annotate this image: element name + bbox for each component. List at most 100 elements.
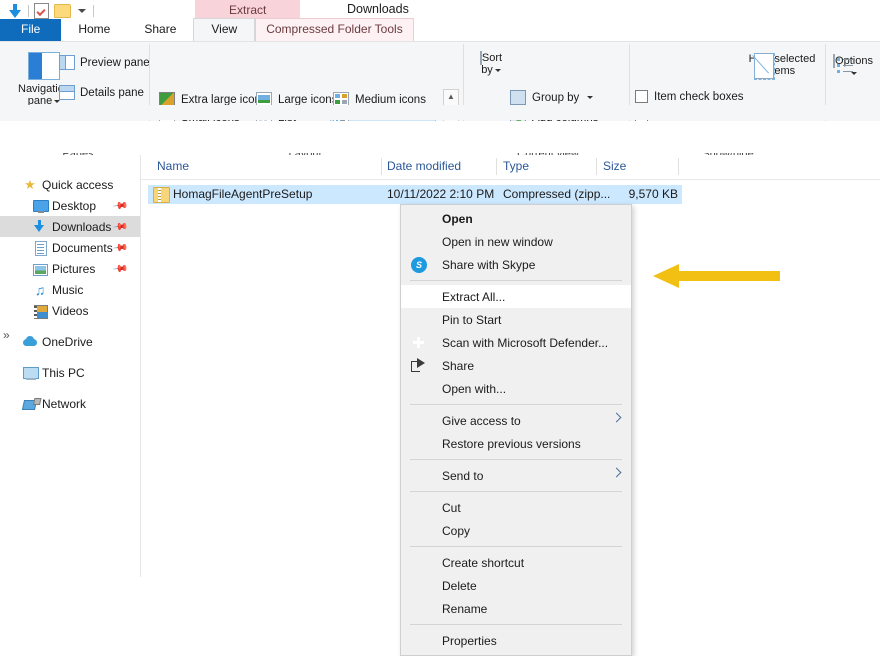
pictures-icon bbox=[32, 261, 48, 277]
layout-label-1: Large icons bbox=[278, 93, 338, 106]
column-divider-3[interactable] bbox=[596, 158, 597, 175]
options-chevron-down-icon bbox=[851, 71, 857, 75]
tab-home[interactable]: Home bbox=[61, 19, 127, 41]
sidebar-item-this-pc[interactable]: This PC bbox=[0, 362, 140, 383]
context-menu-item-rename[interactable]: Rename bbox=[401, 597, 631, 620]
sidebar-item-downloads[interactable]: Downloads 📌 bbox=[0, 216, 140, 237]
sidebar-label-documents: Documents bbox=[52, 240, 113, 255]
context-menu-item-scan-with-defender[interactable]: Scan with Microsoft Defender... bbox=[401, 331, 631, 354]
window-title: Downloads bbox=[347, 2, 409, 16]
sidebar-label-onedrive: OneDrive bbox=[42, 334, 93, 349]
context-menu-separator-4 bbox=[410, 491, 622, 492]
options-icon bbox=[833, 54, 836, 68]
group-by-label: Group by bbox=[532, 91, 580, 104]
context-menu-item-share[interactable]: Share bbox=[401, 354, 631, 377]
context-menu-item-properties[interactable]: Properties bbox=[401, 629, 631, 652]
file-type: Compressed (zipp... bbox=[503, 187, 611, 201]
customize-dropdown-icon[interactable] bbox=[76, 9, 88, 13]
sidebar-item-onedrive[interactable]: OneDrive bbox=[0, 331, 140, 352]
pin-icon-documents[interactable]: 📌 bbox=[111, 240, 128, 256]
context-menu-label-cut: Cut bbox=[442, 500, 461, 515]
sort-by-button[interactable]: Sort by bbox=[470, 51, 512, 76]
context-menu-item-copy[interactable]: Copy bbox=[401, 519, 631, 542]
navigation-pane: » ★ Quick access Desktop 📌 Downloads 📌 D… bbox=[0, 155, 141, 577]
star-icon: ★ bbox=[24, 176, 36, 192]
item-check-boxes-option[interactable]: Item check boxes bbox=[635, 90, 743, 103]
context-menu-separator-2 bbox=[410, 404, 622, 405]
column-header-type[interactable]: Type bbox=[503, 159, 529, 173]
preview-pane-label: Preview pane bbox=[80, 56, 150, 69]
downloads-icon[interactable] bbox=[8, 3, 23, 19]
context-menu-label-give-access: Give access to bbox=[442, 413, 521, 428]
sidebar-item-music[interactable]: ♫ Music bbox=[0, 279, 140, 300]
sidebar-item-network[interactable]: Network bbox=[0, 393, 140, 414]
context-menu-item-open-in-new-window[interactable]: Open in new window bbox=[401, 230, 631, 253]
annotation-arrow-left bbox=[653, 263, 780, 289]
context-menu-label-open-with: Open with... bbox=[442, 381, 507, 396]
chevron-right-icon bbox=[611, 412, 622, 423]
new-folder-icon[interactable] bbox=[54, 4, 71, 18]
options-button[interactable]: Options bbox=[829, 54, 877, 79]
pin-icon-downloads[interactable]: 📌 bbox=[111, 219, 128, 235]
sidebar-item-desktop[interactable]: Desktop 📌 bbox=[0, 195, 140, 216]
preview-pane-button[interactable]: Preview pane bbox=[59, 55, 150, 70]
context-menu-item-open[interactable]: Open bbox=[401, 207, 631, 230]
sort-by-label-2: by bbox=[481, 64, 493, 76]
context-menu-label-extract-all: Extract All... bbox=[442, 289, 506, 304]
chevron-down-icon bbox=[54, 99, 61, 103]
tab-view[interactable]: View bbox=[193, 18, 256, 41]
sidebar-item-quick-access[interactable]: ★ Quick access bbox=[0, 174, 140, 195]
context-menu-item-create-shortcut[interactable]: Create shortcut bbox=[401, 551, 631, 574]
context-menu-item-extract-all[interactable]: Extract All... bbox=[401, 285, 631, 308]
hide-selected-items-button[interactable]: Hide selected items bbox=[740, 53, 824, 80]
column-divider-4[interactable] bbox=[678, 158, 679, 175]
column-header-date-modified[interactable]: Date modified bbox=[387, 159, 461, 173]
address-bar: ← → ˅ ↑ › This PC › Downloads › bbox=[0, 121, 880, 271]
sidebar-label-pictures: Pictures bbox=[52, 261, 96, 276]
context-menu-item-restore-previous-versions[interactable]: Restore previous versions bbox=[401, 432, 631, 455]
column-header-size[interactable]: Size bbox=[603, 159, 626, 173]
title-bar: Extract Downloads File Home Share View C… bbox=[0, 0, 880, 41]
layout-label-2: Medium icons bbox=[355, 93, 426, 106]
context-menu-item-send-to[interactable]: Send to bbox=[401, 464, 631, 487]
sidebar-label-desktop: Desktop bbox=[52, 198, 97, 213]
scroll-up-icon[interactable]: ▲ bbox=[444, 90, 458, 101]
context-menu-item-pin-to-start[interactable]: Pin to Start bbox=[401, 308, 631, 331]
context-menu-separator-5 bbox=[410, 546, 622, 547]
music-icon: ♫ bbox=[34, 281, 46, 298]
column-divider-2[interactable] bbox=[496, 158, 497, 175]
details-pane-button[interactable]: Details pane bbox=[59, 85, 144, 100]
item-check-boxes-label: Item check boxes bbox=[654, 90, 744, 103]
context-menu-separator-3 bbox=[410, 459, 622, 460]
sidebar-item-pictures[interactable]: Pictures 📌 bbox=[0, 258, 140, 279]
context-menu-separator-1 bbox=[410, 280, 622, 281]
pin-icon-desktop[interactable]: 📌 bbox=[111, 198, 128, 214]
sidebar-label-network: Network bbox=[42, 396, 87, 411]
context-menu-item-open-with[interactable]: Open with... bbox=[401, 377, 631, 400]
item-check-boxes-checkbox[interactable] bbox=[635, 90, 648, 103]
tab-compressed-folder-tools[interactable]: Compressed Folder Tools bbox=[255, 18, 414, 41]
context-menu-item-cut[interactable]: Cut bbox=[401, 496, 631, 519]
properties-icon[interactable] bbox=[34, 3, 49, 19]
documents-icon bbox=[32, 240, 48, 256]
table-row[interactable]: HomagFileAgentPreSetup 10/11/2022 2:10 P… bbox=[148, 185, 682, 204]
context-menu-item-share-with-skype[interactable]: S Share with Skype bbox=[401, 253, 631, 276]
tab-share[interactable]: Share bbox=[127, 19, 193, 41]
file-name: HomagFileAgentPreSetup bbox=[173, 187, 313, 201]
pin-icon-pictures[interactable]: 📌 bbox=[111, 261, 128, 277]
sidebar-item-documents[interactable]: Documents 📌 bbox=[0, 237, 140, 258]
column-header-name[interactable]: Name bbox=[157, 159, 189, 173]
group-by-icon bbox=[510, 90, 526, 105]
context-menu-item-give-access-to[interactable]: Give access to bbox=[401, 409, 631, 432]
zip-file-icon bbox=[153, 187, 170, 203]
context-menu-item-delete[interactable]: Delete bbox=[401, 574, 631, 597]
tab-file[interactable]: File bbox=[0, 19, 62, 41]
context-menu-label-properties: Properties bbox=[442, 633, 497, 648]
group-by-button[interactable]: Group by bbox=[510, 90, 594, 105]
downloads-icon bbox=[32, 219, 48, 235]
context-menu-separator-6 bbox=[410, 624, 622, 625]
column-divider-1[interactable] bbox=[381, 158, 382, 175]
sidebar-item-videos[interactable]: Videos bbox=[0, 300, 140, 321]
group-by-chevron-icon bbox=[587, 96, 594, 99]
context-menu-label-pin-to-start: Pin to Start bbox=[442, 312, 502, 327]
